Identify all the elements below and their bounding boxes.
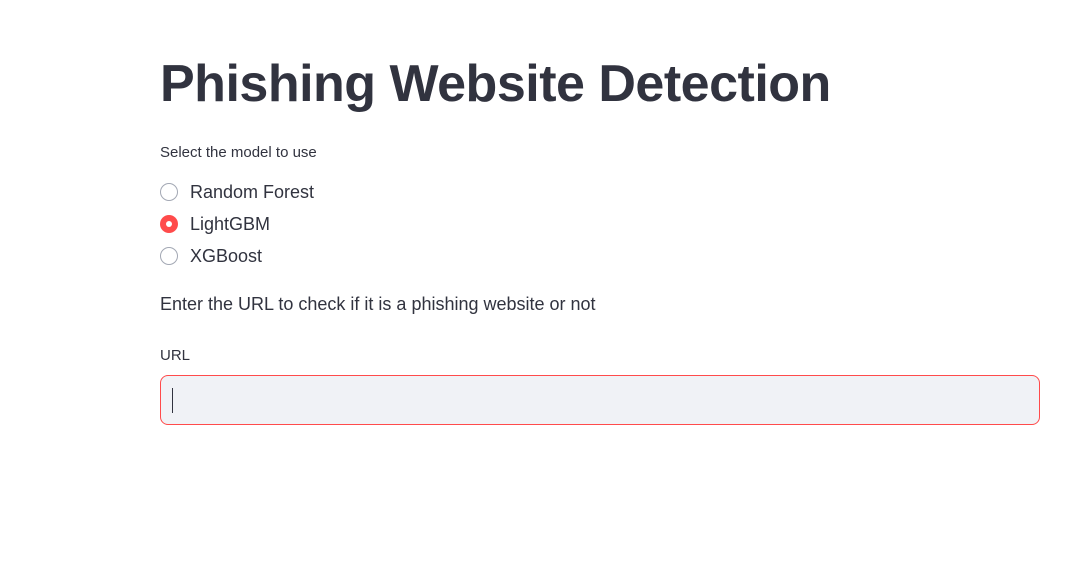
url-input[interactable]	[161, 376, 1039, 424]
text-cursor	[172, 388, 173, 413]
url-input-container[interactable]	[160, 375, 1040, 425]
model-radio-group: Random Forest LightGBM XGBoost	[160, 176, 314, 272]
radio-unselected-icon[interactable]	[160, 247, 178, 265]
model-select-label: Select the model to use	[160, 144, 317, 161]
radio-option-xgboost[interactable]: XGBoost	[160, 240, 314, 272]
radio-option-label: Random Forest	[190, 182, 315, 202]
radio-option-random-forest[interactable]: Random Forest	[160, 176, 314, 208]
app-page: Phishing Website Detection Select the mo…	[0, 0, 1074, 582]
radio-selected-icon[interactable]	[160, 215, 178, 233]
radio-option-label: XGBoost	[190, 246, 263, 266]
url-field-label: URL	[160, 347, 191, 364]
radio-unselected-icon[interactable]	[160, 183, 178, 201]
radio-option-label: LightGBM	[190, 214, 271, 234]
radio-option-lightgbm[interactable]: LightGBM	[160, 208, 314, 240]
page-title: Phishing Website Detection	[160, 55, 831, 113]
instruction-text: Enter the URL to check if it is a phishi…	[160, 294, 596, 314]
